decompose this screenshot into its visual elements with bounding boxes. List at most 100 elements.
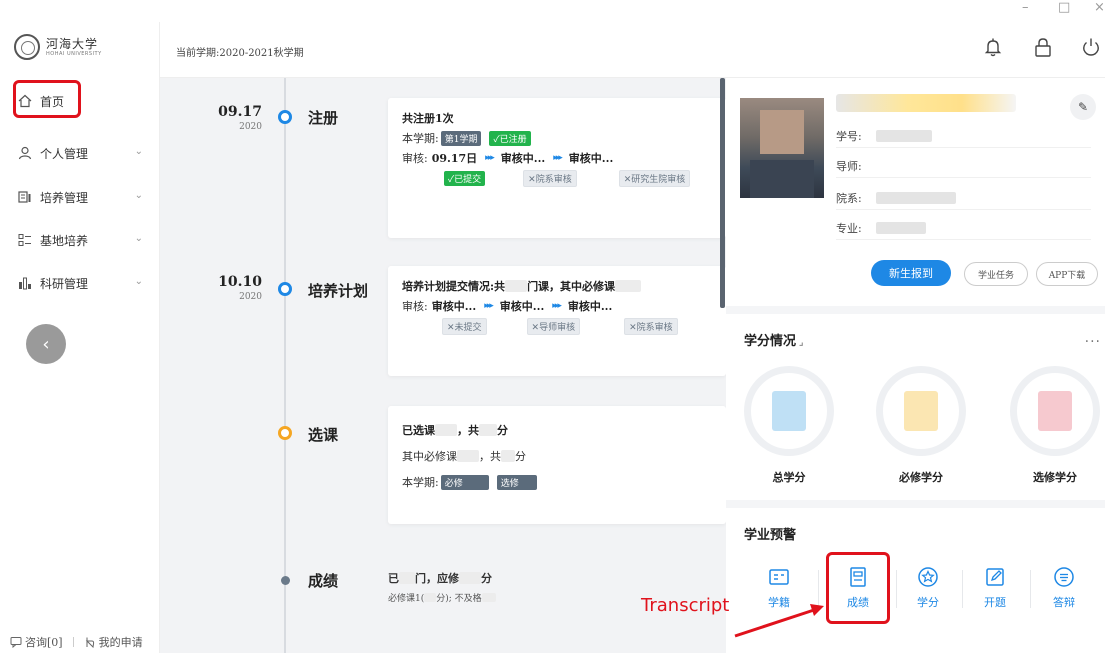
maximize-icon[interactable]: □ [1058,0,1070,15]
transcript-button[interactable]: 成绩 [829,566,887,610]
sidebar-item-label: 首页 [40,94,65,109]
university-name-en: HOHAI UNIVERSITY [46,50,102,57]
sidebar-item-personal[interactable]: 个人管理 ⌄ [18,142,143,164]
department-field: 院系: [836,186,1091,210]
registration-card: 共注册1次 本学期: 第1学期 ✓已注册 审核: 09.17日 ▸▸▸ 审核中.… [388,98,726,238]
advisor-field: 导师: [836,154,1091,178]
collapse-sidebar-button[interactable]: ‹ [26,324,66,364]
total-credits-label: 总学分 [772,471,806,484]
close-icon[interactable]: × [1094,0,1105,15]
timeline-scrollbar[interactable] [720,78,725,308]
elective-course-tag: 选修 [496,474,537,490]
bar-chart-icon [18,276,32,290]
elective-credits-label: 选修学分 [1033,471,1077,484]
credits-section: 学分情况 ⌟ ... 总学分 必修学分 选修学分 [726,314,1105,500]
status-badge: ✓已提交 [444,170,486,186]
hand-icon [85,637,94,648]
app-root: – □ × 河海大学 HOHAI UNIVERSITY 首页 个人管理 ⌄ 培养… [0,0,1105,653]
status-badge: ✕研究生院审核 [618,169,691,187]
chevron-down-icon: ⌄ [134,190,143,201]
credits-button[interactable]: 学分 [899,566,957,610]
current-term: 当前学期:2020-2021秋学期 [176,48,304,59]
sidebar: 河海大学 HOHAI UNIVERSITY 首页 个人管理 ⌄ 培养管理 ⌄ 基… [0,22,160,653]
sidebar-item-label: 个人管理 [40,146,89,161]
my-applications-link[interactable]: 我的申请 [84,634,143,650]
star-badge-icon [918,567,938,587]
bell-icon[interactable] [982,36,1004,58]
timeline-title-registration: 注册 [308,109,339,127]
home-icon [18,94,32,108]
student-id-field: 学号: [836,124,1091,148]
more-icon[interactable]: ... [1085,330,1101,346]
edit-profile-button[interactable]: ✎ [1070,94,1096,120]
pencil-icon: ✎ [1077,100,1089,114]
transcript-annotation-label: Transcript [641,595,730,616]
timeline-line [284,78,286,653]
forward-arrows-icon: ▸▸▸ [552,301,561,311]
chat-icon [10,637,22,648]
status-badge: ✕院系审核 [624,317,678,335]
timeline-title-training-plan: 培养计划 [308,282,369,300]
elective-credits-ring [1010,366,1100,456]
forward-arrows-icon: ▸▸▸ [484,301,493,311]
sidebar-item-research[interactable]: 科研管理 ⌄ [18,272,143,294]
required-course-tag: 必修 [440,474,489,490]
chart-doc-icon [18,190,32,204]
sidebar-item-label: 基地培养 [40,233,89,248]
avatar [740,98,824,198]
edit-icon [986,568,1004,586]
chevron-left-icon: ‹ [42,333,50,355]
id-card-icon [769,569,789,585]
lock-icon[interactable] [1032,36,1054,58]
status-badge: ✕院系审核 [523,169,577,187]
proposal-button[interactable]: 开题 [966,566,1024,610]
right-panel: ✎ 学号: 导师: 院系: 专业: 新生报到 学业任务 APP下载 学分情况 ⌟… [726,78,1105,653]
chevron-down-icon: ⌄ [134,276,143,287]
timeline-date: 10.10 2020 [218,274,262,302]
sidebar-item-home[interactable]: 首页 [18,90,143,112]
my-applications-label: 我的申请 [98,636,143,649]
academic-tasks-button[interactable]: 学业任务 [964,262,1028,286]
timeline-title-grades: 成绩 [308,572,339,590]
status-badge: ✕未提交 [442,317,487,335]
university-logo[interactable]: 河海大学 HOHAI UNIVERSITY [14,34,102,60]
consult-link[interactable]: 咨询[0] [10,634,63,650]
required-credits-label: 必修学分 [899,471,943,484]
credits-title: 学分情况 ⌟ [744,334,804,349]
person-icon [18,146,32,160]
minimize-icon[interactable]: – [1022,0,1029,15]
timeline-node [278,426,292,440]
status-badge: ✓已注册 [489,130,531,146]
semester-tag: 第1学期 [440,130,482,146]
forward-arrows-icon: ▸▸▸ [553,153,562,163]
grades-summary: 已 门，应修 分 必修课1( 分); 不及格 [388,568,496,606]
app-download-button[interactable]: APP下载 [1036,262,1098,286]
forward-arrows-icon: ▸▸▸ [485,153,494,163]
course-selection-card: 已选课 ，共 分 其中必修课 ，共 分 本学期: 必修 选修 [388,406,726,524]
defense-button[interactable]: 答辩 [1035,566,1093,610]
status-badge: ✕导师审核 [526,317,581,335]
sidebar-item-base-training[interactable]: 基地培养 ⌄ [18,229,143,251]
annotation-arrow-icon [734,604,824,638]
chevron-down-icon: ⌄ [134,146,143,157]
timeline-panel: 09.17 2020 注册 共注册1次 本学期: 第1学期 ✓已注册 审核: 0… [160,78,726,653]
power-icon[interactable] [1080,36,1102,58]
list-icon [18,233,32,247]
student-name-redacted [836,94,1016,112]
training-plan-card: 培养计划提交情况:共 门课，其中必修课 审核: 审核中... ▸▸▸ 审核中..… [388,266,726,376]
sidebar-footer: 咨询[0] 我的申请 [10,634,143,650]
major-field: 专业: [836,216,1091,240]
freshman-checkin-button[interactable]: 新生报到 [871,260,951,286]
window-bar: – □ × [0,0,1105,22]
timeline-node [278,110,292,124]
timeline-title-course-selection: 选课 [308,426,339,444]
timeline-node [278,282,292,296]
speech-icon [1054,567,1074,587]
university-seal-icon [14,34,40,60]
required-credits-ring [876,366,966,456]
chevron-down-icon: ⌄ [134,233,143,244]
sidebar-item-label: 科研管理 [40,276,89,291]
sidebar-item-training[interactable]: 培养管理 ⌄ [18,186,143,208]
consult-label: 咨询[0] [25,636,63,649]
profile-card: ✎ 学号: 导师: 院系: 专业: 新生报到 学业任务 APP下载 [726,78,1105,306]
